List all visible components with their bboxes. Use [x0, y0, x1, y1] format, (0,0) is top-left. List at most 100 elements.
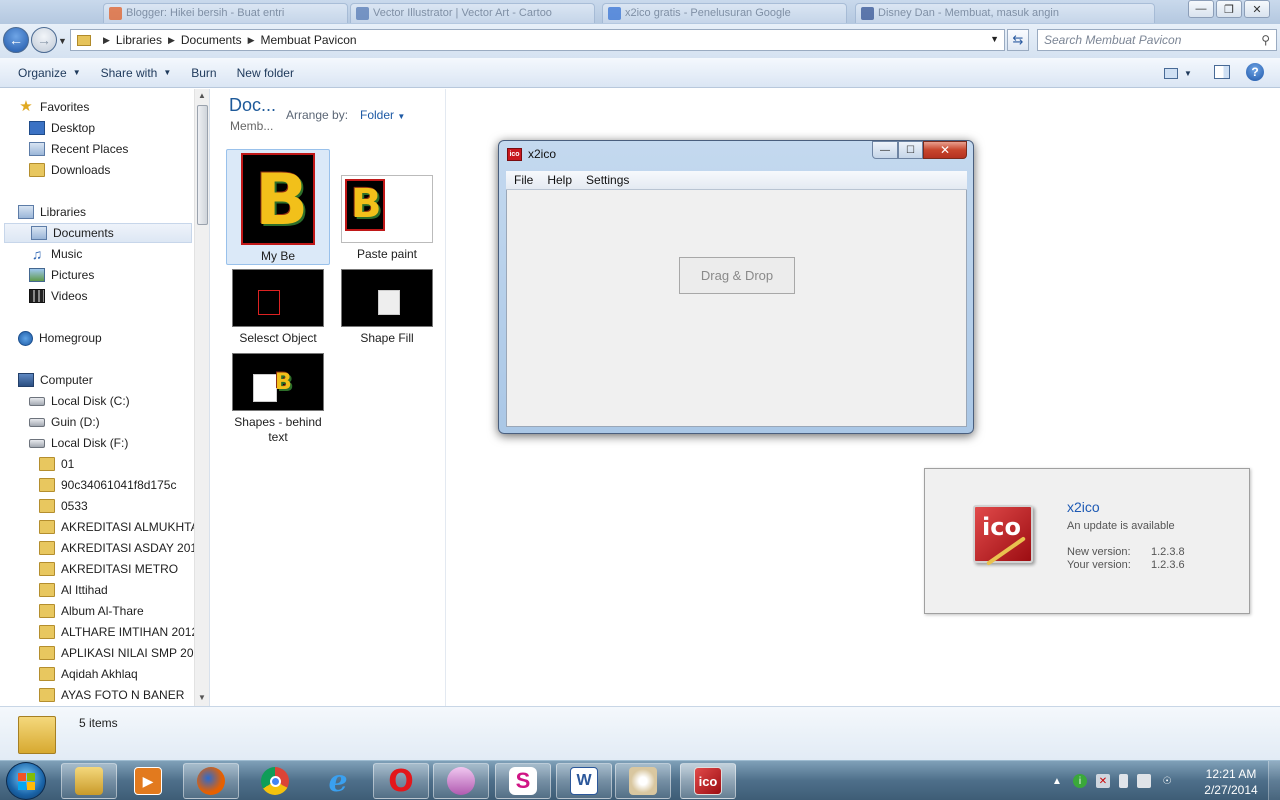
recent-pages-dropdown[interactable]: ▼	[58, 36, 67, 46]
nav-recent-places[interactable]: Recent Places	[29, 139, 128, 159]
menu-help[interactable]: Help	[540, 173, 579, 187]
nav-folder[interactable]: Aqidah Akhlaq	[39, 664, 138, 684]
nav-videos[interactable]: Videos	[29, 286, 87, 306]
breadcrumb-separator-icon[interactable]: ▶	[103, 35, 110, 46]
taskbar-chrome[interactable]	[247, 763, 303, 799]
scroll-down-icon[interactable]: ▼	[198, 693, 206, 702]
file-item[interactable]: B My Be	[226, 149, 330, 265]
close-button[interactable]: ✕	[923, 141, 967, 159]
taskbar-pdf-app[interactable]: S	[495, 763, 551, 799]
share-with-button[interactable]: Share with ▼	[91, 61, 182, 85]
taskbar-opera[interactable]: O	[373, 763, 429, 799]
breadcrumb-libraries[interactable]: Libraries	[116, 33, 162, 47]
scroll-up-icon[interactable]: ▲	[198, 91, 206, 100]
menu-file[interactable]: File	[507, 173, 540, 187]
nav-scrollbar[interactable]: ▲ ▼	[194, 89, 209, 706]
taskbar-explorer[interactable]	[61, 763, 117, 799]
action-center-icon[interactable]: ✕	[1096, 774, 1110, 788]
nav-downloads[interactable]: Downloads	[29, 160, 110, 180]
nav-folder[interactable]: 01	[39, 454, 74, 474]
x2ico-drop-area[interactable]: Drag & Drop	[506, 190, 967, 427]
file-item[interactable]: Shape Fill	[335, 267, 439, 346]
nav-libraries[interactable]: Libraries	[18, 202, 86, 222]
taskbar-media-player[interactable]: ▶	[120, 763, 176, 799]
file-item[interactable]: B Shapes - behind text	[226, 351, 330, 445]
nav-desktop[interactable]: Desktop	[29, 118, 95, 138]
x2ico-titlebar[interactable]: ico x2ico — ☐ ✕	[499, 141, 973, 169]
chrome-icon	[261, 767, 289, 795]
taskbar-x2ico[interactable]: ico	[680, 763, 736, 799]
search-icon[interactable]: ⚲	[1261, 33, 1270, 47]
browser-tab[interactable]: Blogger: Hikei bersih - Buat entri	[103, 3, 348, 23]
nav-guin-d[interactable]: Guin (D:)	[29, 412, 100, 432]
nav-computer[interactable]: Computer	[18, 370, 93, 390]
system-clock[interactable]: 12:21 AM 2/27/2014	[1196, 766, 1266, 798]
folder-icon	[39, 625, 55, 639]
file-item[interactable]: B Paste paint	[335, 149, 439, 262]
minimize-button[interactable]: —	[1188, 0, 1214, 18]
breadcrumb-documents[interactable]: Documents	[181, 33, 242, 47]
address-bar[interactable]: ▶ Libraries ▶ Documents ▶ Membuat Pavico…	[70, 29, 1005, 51]
back-button[interactable]: ←	[3, 27, 29, 53]
nav-folder[interactable]: Al Ittihad	[39, 580, 108, 600]
breadcrumb-separator-icon[interactable]: ▶	[168, 35, 175, 46]
browser-tab[interactable]: Disney Dan - Membuat, masuk angin	[855, 3, 1155, 23]
nav-folder[interactable]: 0533	[39, 496, 88, 516]
network-icon[interactable]	[1137, 774, 1151, 788]
breadcrumb-current-folder[interactable]: Membuat Pavicon	[261, 33, 357, 47]
update-notification[interactable]: ico x2ico An update is available New ver…	[924, 468, 1250, 614]
help-button[interactable]: ?	[1246, 63, 1264, 81]
nav-favorites[interactable]: ★ Favorites	[18, 97, 89, 117]
nav-folder[interactable]: AKREDITASI METRO	[39, 559, 178, 579]
organize-button[interactable]: Organize ▼	[8, 61, 91, 85]
address-history-dropdown[interactable]: ▼	[990, 34, 999, 44]
start-button[interactable]	[6, 762, 46, 800]
nav-music[interactable]: ♫ Music	[29, 244, 83, 264]
nav-pictures[interactable]: Pictures	[29, 265, 94, 285]
file-name: Shapes - behind text	[234, 415, 322, 444]
file-item[interactable]: Selesct Object	[226, 267, 330, 346]
nav-folder[interactable]: AYAS FOTO N BANER	[39, 685, 184, 705]
volume-muted-icon[interactable]: ☉	[1160, 774, 1174, 788]
info-icon[interactable]: i	[1073, 774, 1087, 788]
close-button[interactable]: ✕	[1244, 0, 1270, 18]
arrange-by-dropdown[interactable]: Folder ▼	[360, 108, 405, 122]
nav-folder[interactable]: ALTHARE IMTIHAN 2012	[39, 622, 198, 642]
forward-button[interactable]: →	[31, 27, 57, 53]
update-app-name[interactable]: x2ico	[1067, 499, 1100, 515]
battery-icon[interactable]	[1119, 774, 1128, 788]
nav-folder[interactable]: AKREDITASI ALMUKHTA	[39, 517, 199, 537]
show-hidden-icons-icon[interactable]: ▲	[1050, 774, 1064, 788]
change-view-button[interactable]: ▼	[1164, 65, 1196, 81]
minimize-button[interactable]: —	[872, 141, 898, 159]
show-desktop-button[interactable]	[1268, 761, 1280, 800]
nav-folder[interactable]: 90c34061041f8d175c	[39, 475, 176, 495]
nav-documents[interactable]: Documents	[4, 223, 192, 243]
x2ico-logo-icon: ico	[973, 505, 1033, 566]
search-input[interactable]: Search Membuat Pavicon ⚲	[1037, 29, 1277, 51]
nav-folder[interactable]: AKREDITASI ASDAY 2011	[39, 538, 203, 558]
breadcrumb-separator-icon[interactable]: ▶	[248, 35, 255, 46]
taskbar-cute-app[interactable]	[433, 763, 489, 799]
burn-button[interactable]: Burn	[181, 61, 226, 85]
taskbar-paint[interactable]	[615, 763, 671, 799]
preview-pane-button[interactable]	[1214, 65, 1230, 79]
menu-settings[interactable]: Settings	[579, 173, 636, 187]
nav-folder[interactable]: Album Al-Thare	[39, 601, 144, 621]
scrollbar-thumb[interactable]	[197, 105, 208, 225]
nav-homegroup[interactable]: Homegroup	[18, 328, 102, 348]
browser-tab[interactable]: Vector Illustrator | Vector Art - Cartoo	[350, 3, 595, 23]
new-folder-button[interactable]: New folder	[227, 61, 304, 85]
nav-folder[interactable]: APLIKASI NILAI SMP 2011	[39, 643, 206, 663]
x2ico-app-icon: ico	[507, 148, 522, 161]
taskbar-word[interactable]: W	[556, 763, 612, 799]
maximize-button[interactable]: ☐	[898, 141, 923, 159]
nav-local-disk-c[interactable]: Local Disk (C:)	[29, 391, 130, 411]
nav-local-disk-f[interactable]: Local Disk (F:)	[29, 433, 128, 453]
maximize-button[interactable]: ❐	[1216, 0, 1242, 18]
taskbar-internet-explorer[interactable]: e	[310, 763, 366, 799]
refresh-button[interactable]: ⇆	[1007, 29, 1029, 51]
taskbar-firefox[interactable]	[183, 763, 239, 799]
browser-tab[interactable]: x2ico gratis - Penelusuran Google	[602, 3, 847, 23]
drag-and-drop-target[interactable]: Drag & Drop	[679, 257, 795, 294]
